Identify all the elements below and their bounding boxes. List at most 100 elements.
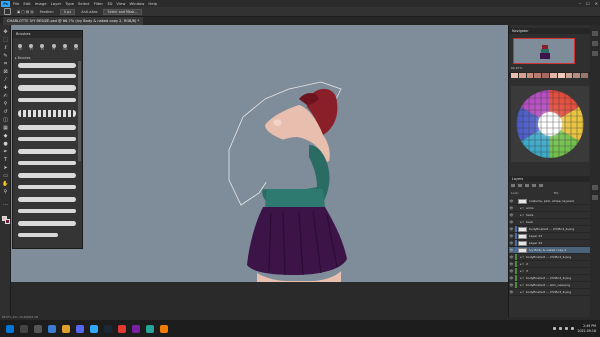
brush-stroke-preview[interactable] xyxy=(18,161,76,165)
menu-view[interactable]: View xyxy=(116,1,125,6)
folder-icon[interactable]: ▸▭ xyxy=(520,276,524,280)
layer-row[interactable]: 👁 bodyfinal/art ... 23d5c4_6.png xyxy=(509,226,590,233)
photoshop-taskbar-icon[interactable] xyxy=(90,324,98,333)
visibility-eye-icon[interactable]: 👁 xyxy=(509,241,514,245)
layer-row[interactable]: 👁 ▸▭ hairs xyxy=(509,212,590,219)
visibility-eye-icon[interactable]: 👁 xyxy=(509,269,514,273)
menu-type[interactable]: Type xyxy=(65,1,74,6)
filter-pixel-icon[interactable] xyxy=(518,184,522,187)
layers-panel-title[interactable]: Layers xyxy=(509,176,591,182)
visibility-eye-icon[interactable]: 👁 xyxy=(509,276,514,280)
healing-tool-icon[interactable]: ✚ xyxy=(2,85,9,91)
swatch[interactable] xyxy=(573,73,582,78)
menu-window[interactable]: Window xyxy=(129,1,144,6)
dodge-tool-icon[interactable]: ● xyxy=(2,141,9,147)
visibility-eye-icon[interactable]: 👁 xyxy=(509,227,514,231)
type-tool-icon[interactable]: T xyxy=(2,157,9,163)
brush-stroke-preview[interactable] xyxy=(18,125,76,130)
menu-select[interactable]: Select xyxy=(78,1,90,6)
brush-stroke-preview[interactable] xyxy=(18,233,58,237)
clock[interactable]: 2:49 PM 2022-09-18 xyxy=(577,324,596,333)
swatch[interactable] xyxy=(565,73,574,78)
layer-row[interactable]: 👁 costume, pink, stripe, layered xyxy=(509,198,590,205)
layer-row[interactable]: 👁 ▸▭ 2 xyxy=(509,261,590,268)
folder-icon[interactable]: ▸▭ xyxy=(520,262,524,266)
more-tools-icon[interactable]: … xyxy=(2,201,9,207)
layer-row[interactable]: 👁 ▸▭ arms xyxy=(509,205,590,212)
edge-icon[interactable] xyxy=(48,324,56,333)
layer-row[interactable]: 👁 Layer 23 xyxy=(509,233,590,240)
crop-tool-icon[interactable]: ⌗ xyxy=(2,61,9,67)
shape-tool-icon[interactable]: ▭ xyxy=(2,173,9,179)
visibility-eye-icon[interactable]: 👁 xyxy=(509,255,514,259)
blur-tool-icon[interactable]: ◆ xyxy=(2,133,9,139)
pen-tool-icon[interactable]: ✒ xyxy=(2,149,9,155)
menu-edit[interactable]: Edit xyxy=(23,1,30,6)
swatch[interactable] xyxy=(518,73,527,78)
swatch[interactable] xyxy=(534,73,543,78)
file-explorer-icon[interactable] xyxy=(62,324,70,333)
windows-start-icon[interactable] xyxy=(6,324,14,333)
feather-input[interactable]: 0 px xyxy=(60,8,76,15)
menu-3d[interactable]: 3D xyxy=(107,1,112,6)
folder-icon[interactable]: ▸▭ xyxy=(520,220,524,224)
layer-row[interactable]: 👁 ▸▭ bodyfinal/art ... skin_new.png xyxy=(509,282,590,289)
layer-row[interactable]: 👁 ▸▭ bodyfinal/art ... 23d5c4_6.png xyxy=(509,275,590,282)
brush-stroke-preview[interactable] xyxy=(18,137,76,141)
app-icon[interactable] xyxy=(160,324,168,333)
menu-help[interactable]: Help xyxy=(148,1,157,6)
marquee-tool-icon[interactable]: ⬚ xyxy=(2,37,9,43)
filter-kind-icon[interactable] xyxy=(511,184,515,187)
layer-row[interactable]: 👁 Layer 24 xyxy=(509,240,590,247)
lasso-tool-icon[interactable] xyxy=(4,8,11,15)
network-icon[interactable] xyxy=(565,327,569,330)
properties-icon[interactable] xyxy=(592,41,598,46)
paths-icon[interactable] xyxy=(592,195,598,200)
visibility-eye-icon[interactable]: 👁 xyxy=(509,248,514,252)
visibility-eye-icon[interactable]: 👁 xyxy=(509,283,514,287)
brush-preset[interactable]: 75 xyxy=(49,40,59,54)
adjustments-icon[interactable] xyxy=(592,51,598,56)
app-icon[interactable] xyxy=(146,324,154,333)
layer-row[interactable]: 👁 ▸▭ 3 xyxy=(509,268,590,275)
folder-icon[interactable]: ▸▭ xyxy=(520,269,524,273)
layer-row[interactable]: 👁 ▸▭ bodyfinal/art ... 23d5c4_6.png xyxy=(509,289,590,296)
swatch[interactable] xyxy=(557,73,566,78)
steam-icon[interactable] xyxy=(104,324,112,333)
menu-image[interactable]: Image xyxy=(35,1,47,6)
folder-icon[interactable]: ▸▭ xyxy=(520,283,524,287)
history-brush-tool-icon[interactable]: ↺ xyxy=(2,109,9,115)
layer-row[interactable]: 👁 Ivy Body & naked copy 2 xyxy=(509,247,590,254)
navigator-thumbnail[interactable] xyxy=(513,38,575,64)
select-and-mask-button[interactable]: Select and Mask... xyxy=(103,8,142,15)
history-icon[interactable] xyxy=(592,31,598,36)
task-view-icon[interactable] xyxy=(34,324,42,333)
visibility-eye-icon[interactable]: 👁 xyxy=(509,262,514,266)
document-tab[interactable]: CHARLOTTE IVY RESIZE.psd @ 66.7% (Ivy Bo… xyxy=(3,17,144,25)
tray-icon[interactable] xyxy=(553,327,557,330)
path-select-tool-icon[interactable]: ➤ xyxy=(2,165,9,171)
visibility-eye-icon[interactable]: 👁 xyxy=(509,290,514,294)
antialias-checkbox[interactable]: Anti-alias xyxy=(81,10,97,14)
maximize-icon[interactable]: ☐ xyxy=(586,1,590,6)
filter-adjust-icon[interactable] xyxy=(525,184,529,187)
visibility-eye-icon[interactable]: 👁 xyxy=(509,206,514,210)
filter-shape-icon[interactable] xyxy=(539,184,543,187)
visibility-eye-icon[interactable]: 👁 xyxy=(509,199,514,203)
brush-preset[interactable]: 100 xyxy=(60,40,70,54)
menu-layer[interactable]: Layer xyxy=(51,1,62,6)
tray-icon[interactable] xyxy=(559,327,563,330)
app-icon[interactable] xyxy=(118,324,126,333)
swatch[interactable] xyxy=(526,73,535,78)
brush-preset[interactable]: 125 xyxy=(71,40,81,54)
discord-icon[interactable] xyxy=(76,324,84,333)
background-color-swatch[interactable] xyxy=(5,219,10,224)
volume-icon[interactable] xyxy=(571,327,575,330)
brush-stroke-preview[interactable] xyxy=(18,74,76,78)
navigator-zoom[interactable]: 66.67% xyxy=(511,66,522,70)
folder-icon[interactable]: ▸▭ xyxy=(520,255,524,259)
brush-stroke-preview[interactable] xyxy=(18,209,76,213)
brushes-scrollbar[interactable] xyxy=(78,61,81,161)
visibility-eye-icon[interactable]: 👁 xyxy=(509,234,514,238)
brush-preset[interactable]: 50 xyxy=(37,40,47,54)
